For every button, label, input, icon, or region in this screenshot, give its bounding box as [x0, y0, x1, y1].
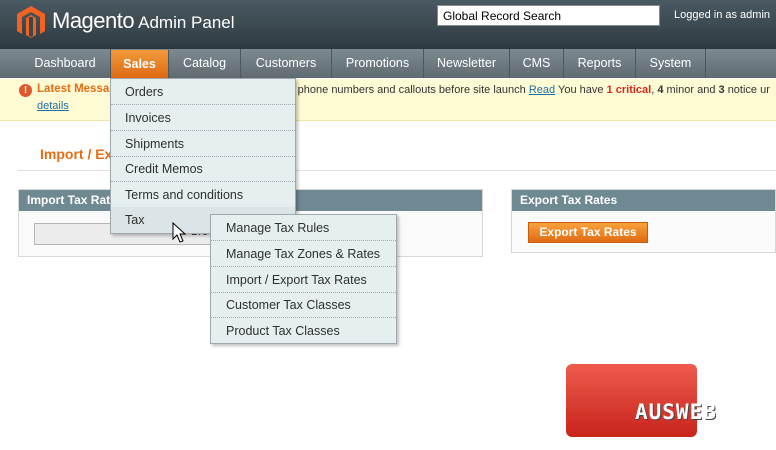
submenu-product-tax-classes[interactable]: Product Tax Classes [211, 318, 396, 344]
submenu-manage-tax-rules[interactable]: Manage Tax Rules [211, 215, 396, 241]
message-text: ult phone numbers and callouts before si… [283, 84, 770, 96]
nav-system[interactable]: System [636, 49, 706, 78]
nav-sales[interactable]: Sales [111, 50, 169, 78]
alert-icon: ! [19, 84, 32, 97]
nav-cms[interactable]: CMS [510, 49, 564, 78]
logged-in-label: Logged in as admin [674, 9, 771, 21]
page-title: Import / Ex [40, 146, 113, 162]
critical-count: 1 [606, 84, 613, 96]
notice-count: 3 [718, 84, 725, 96]
global-search-input[interactable] [437, 5, 660, 26]
export-tax-rates-button[interactable]: Export Tax Rates [528, 222, 648, 243]
notice-label: notice ur [727, 84, 770, 96]
brand-title: Magento Admin Panel [52, 8, 235, 34]
nav-catalog[interactable]: Catalog [169, 49, 241, 78]
brand-name: Magento [52, 8, 135, 33]
latest-message-label: Latest Messa [37, 83, 110, 95]
nav-promotions[interactable]: Promotions [332, 49, 424, 78]
mouse-cursor-icon [172, 222, 187, 243]
details-link[interactable]: details [37, 100, 69, 112]
read-link[interactable]: Read [529, 84, 555, 96]
message-body: ult phone numbers and callouts before si… [283, 84, 526, 96]
critical-label[interactable]: critical [616, 84, 651, 96]
you-have-text: You have [558, 84, 604, 96]
magento-logo-icon[interactable] [16, 5, 46, 39]
nav-dashboard[interactable]: Dashboard [20, 49, 111, 78]
main-nav: Dashboard Sales Catalog Customers Promot… [0, 48, 776, 78]
minor-count: 4 [657, 84, 664, 96]
submenu-import-export-tax-rates[interactable]: Import / Export Tax Rates [211, 267, 396, 293]
menu-item-shipments[interactable]: Shipments [111, 131, 295, 157]
menu-item-terms[interactable]: Terms and conditions [111, 182, 295, 208]
submenu-manage-tax-zones-rates[interactable]: Manage Tax Zones & Rates [211, 241, 396, 267]
menu-item-orders[interactable]: Orders [111, 79, 295, 105]
export-tax-rates-box: Export Tax Rates Export Tax Rates [511, 189, 776, 253]
watermark-text: AUSWEB [635, 400, 717, 424]
menu-item-credit-memos[interactable]: Credit Memos [111, 156, 295, 182]
nav-newsletter[interactable]: Newsletter [424, 49, 510, 78]
export-box-title: Export Tax Rates [512, 190, 775, 211]
minor-label: minor and [666, 84, 716, 96]
menu-item-invoices[interactable]: Invoices [111, 105, 295, 131]
tax-submenu: Manage Tax Rules Manage Tax Zones & Rate… [210, 214, 397, 344]
nav-customers[interactable]: Customers [241, 49, 332, 78]
brand-sub: Admin Panel [138, 13, 235, 32]
sales-dropdown-menu: Orders Invoices Shipments Credit Memos T… [110, 78, 296, 234]
nav-reports[interactable]: Reports [564, 49, 636, 78]
admin-header: MagentoAdmin Panel Logged in as admin [0, 0, 776, 48]
submenu-customer-tax-classes[interactable]: Customer Tax Classes [211, 292, 396, 318]
